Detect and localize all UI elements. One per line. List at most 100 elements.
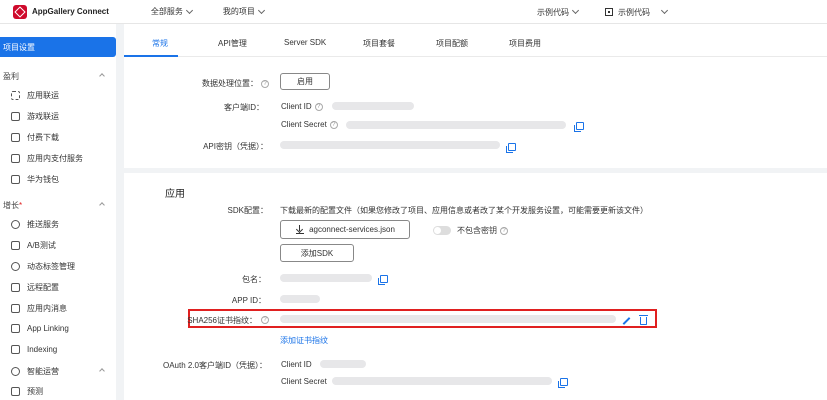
sidebar-item-smart-ops[interactable]: 智能运营 [11,366,59,377]
sdk-config-description: 下载最新的配置文件（如果您修改了项目、应用信息或者改了某个开发服务设置，可能需要… [280,206,648,215]
sidebar-item-app-joint-ops[interactable]: 应用联运 [11,90,59,101]
game-icon [11,112,20,121]
sidebar-item-in-app-purchase[interactable]: 应用内支付服务 [11,153,83,164]
help-icon[interactable]: ? [329,120,338,129]
oauth-client-secret-key: Client Secret [281,377,327,386]
oauth-client-id-value [320,360,366,368]
copy-icon[interactable] [574,122,584,132]
example-code-label: 示例代码 [537,7,569,17]
download-icon [296,225,304,234]
sidebar-group-monetize[interactable]: 盈利 [3,71,19,82]
example-code-menu[interactable]: 示例代码 [537,6,580,18]
app-id-label: APP ID： [231,296,266,305]
sidebar-group-label: 增长 [3,201,19,210]
joint-ops-icon [11,91,20,100]
data-location-label: 数据处理位置：? [184,78,269,89]
enable-button[interactable]: 启用 [280,73,330,90]
copy-icon[interactable] [378,275,388,285]
sidebar-item-label: 华为钱包 [27,175,59,184]
sidebar-item-wallet[interactable]: 华为钱包 [11,174,59,185]
download-icon [11,133,20,142]
add-cert-fingerprint-link[interactable]: 添加证书指纹 [280,335,328,346]
sidebar-item-prediction[interactable]: 预测 [11,386,43,397]
push-icon [11,220,20,229]
sidebar-group-grow[interactable]: 增长* [3,200,22,211]
prediction-icon [11,387,20,396]
add-sdk-button[interactable]: 添加SDK [280,244,354,262]
help-icon[interactable]: ? [261,79,269,88]
all-services-menu[interactable]: 全部服务 [151,6,193,17]
oauth-client-id-label: OAuth 2.0客户端ID（凭据）： [162,361,267,370]
download-config-button[interactable]: agconnect-services.json [280,220,410,239]
link-icon [11,324,20,333]
api-key-value [280,141,500,149]
copy-icon[interactable] [558,378,568,388]
sha256-value [280,315,616,323]
sidebar-item-project-settings[interactable]: 项目设置 [0,37,116,57]
sidebar-item-in-app-message[interactable]: 应用内消息 [11,303,67,314]
sidebar-item-label: Indexing [27,345,58,354]
sidebar-item-label: 游戏联运 [27,112,59,121]
sidebar-item-label: 远程配置 [27,283,59,292]
chevron-up-icon[interactable] [99,73,105,79]
indexing-icon [11,345,20,354]
sidebar-item-push[interactable]: 推送服务 [11,219,59,230]
delete-icon[interactable] [639,315,648,325]
client-id-key: Client ID? [281,102,323,111]
sidebar-group-label: 盈利 [3,72,19,81]
sidebar-item-dynamic-tag[interactable]: 动态标签管理 [11,261,75,272]
active-tab-indicator [124,55,178,57]
sidebar-item-label: A/B测试 [27,241,56,250]
sidebar-item-remote-config[interactable]: 远程配置 [11,282,59,293]
tab-project-quota[interactable]: 项目配额 [436,38,468,49]
project-icon [605,8,613,16]
sidebar-item-label: 应用内消息 [27,304,67,313]
tab-server-sdk[interactable]: Server SDK [284,38,326,47]
remote-config-icon [11,283,20,292]
sidebar-item-label: App Linking [27,324,69,333]
client-secret-key: Client Secret? [281,120,338,129]
help-icon[interactable]: ? [500,226,508,235]
package-name-label: 包名： [242,275,266,284]
api-key-label: API密钥（凭据）： [203,142,268,151]
chevron-down-icon [257,6,265,14]
help-icon[interactable]: ? [314,102,323,111]
my-projects-menu[interactable]: 我的项目 [222,6,265,17]
client-id-label: 客户端ID： [224,103,264,112]
copy-icon[interactable] [506,143,516,153]
help-icon[interactable]: ? [261,316,269,324]
sidebar-item-label: 推送服务 [27,220,59,229]
tab-general[interactable]: 常规 [152,38,168,49]
chevron-up-icon[interactable] [99,202,105,208]
sidebar-item-ab-test[interactable]: A/B测试 [11,240,56,251]
client-id-value [332,102,414,110]
required-mark: * [19,201,23,210]
app-section-title: 应用 [165,189,185,200]
tab-api-management[interactable]: API管理 [218,38,247,49]
chevron-down-icon [185,6,193,14]
main-content: 常规 API管理 Server SDK 项目套餐 项目配额 项目费用 数据处理位… [124,24,827,400]
sidebar-item-indexing[interactable]: Indexing [11,345,57,354]
tab-project-cost[interactable]: 项目费用 [509,38,541,49]
no-key-label: 不包含密钥? [457,225,508,236]
package-name-value [280,274,372,282]
huawei-logo-icon [13,4,27,19]
sha256-label: SHA256证书指纹： [187,316,257,325]
section-divider [124,168,827,173]
my-projects-label: 我的项目 [222,7,255,16]
ab-test-icon [11,241,20,250]
sidebar-item-game-joint-ops[interactable]: 游戏联运 [11,111,59,122]
sdk-config-label: SDK配置： [227,206,268,215]
sidebar-item-label: 动态标签管理 [27,262,75,271]
no-key-toggle[interactable] [433,226,451,235]
chevron-up-icon[interactable] [99,368,105,374]
sidebar-item-label: 应用内支付服务 [27,154,83,163]
tab-project-package[interactable]: 项目套餐 [363,38,395,49]
app-id-value [280,295,320,303]
app-logo[interactable]: AppGallery Connect [13,4,109,19]
sidebar-item-label: 应用联运 [27,91,59,100]
tab-bar: 常规 API管理 Server SDK 项目套餐 项目配额 项目费用 [124,24,827,57]
project-selector[interactable]: 示例代码 [605,6,669,18]
sidebar-item-paid-download[interactable]: 付费下载 [11,132,59,143]
sidebar-item-app-linking[interactable]: App Linking [11,324,69,333]
